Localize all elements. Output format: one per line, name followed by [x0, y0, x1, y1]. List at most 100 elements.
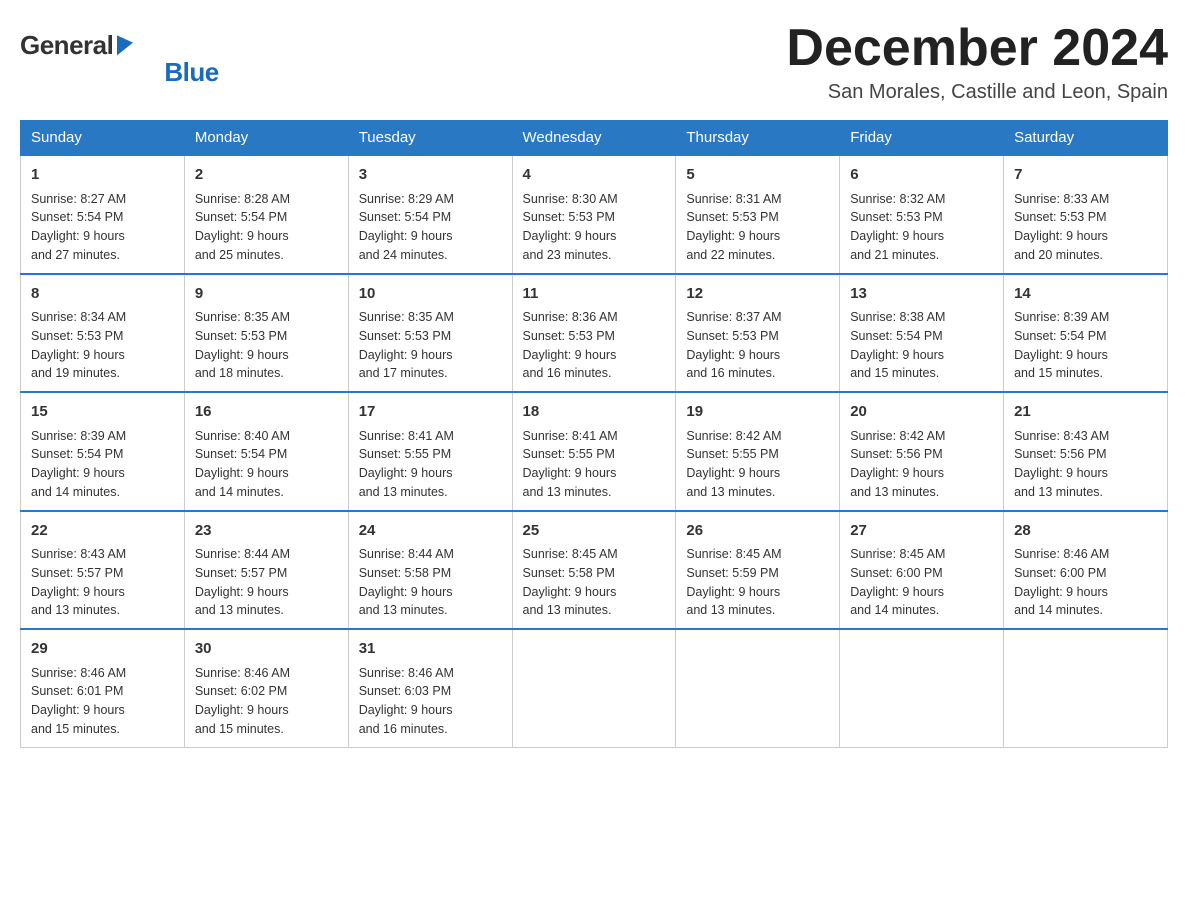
day-info: Sunrise: 8:31 AMSunset: 5:53 PMDaylight:…: [686, 190, 829, 265]
title-section: December 2024 San Morales, Castille and …: [786, 20, 1168, 104]
day-number: 17: [359, 401, 502, 424]
day-number: 26: [686, 520, 829, 543]
calendar-cell: 3 Sunrise: 8:29 AMSunset: 5:54 PMDaylight…: [348, 155, 512, 274]
day-number: 2: [195, 164, 338, 187]
day-info: Sunrise: 8:34 AMSunset: 5:53 PMDaylight:…: [31, 308, 174, 383]
week-row-2: 8Sunrise: 8:34 AMSunset: 5:53 PMDaylight…: [21, 274, 1168, 393]
calendar-cell: [1004, 629, 1168, 747]
day-info: Sunrise: 8:27 AMSunset: 5:54 PMDaylight:…: [31, 190, 174, 265]
calendar-cell: 9Sunrise: 8:35 AMSunset: 5:53 PMDaylight…: [184, 274, 348, 393]
day-number: 16: [195, 401, 338, 424]
day-info: Sunrise: 8:30 AMSunset: 5:53 PMDaylight:…: [523, 190, 666, 265]
day-info: Sunrise: 8:40 AMSunset: 5:54 PMDaylight:…: [195, 427, 338, 502]
weekday-header-saturday: Saturday: [1004, 121, 1168, 156]
day-info: Sunrise: 8:46 AMSunset: 6:00 PMDaylight:…: [1014, 545, 1157, 620]
calendar-cell: [676, 629, 840, 747]
calendar-cell: 28Sunrise: 8:46 AMSunset: 6:00 PMDayligh…: [1004, 511, 1168, 630]
week-row-5: 29Sunrise: 8:46 AMSunset: 6:01 PMDayligh…: [21, 629, 1168, 747]
day-number: 13: [850, 283, 993, 306]
calendar-cell: 10Sunrise: 8:35 AMSunset: 5:53 PMDayligh…: [348, 274, 512, 393]
weekday-header-thursday: Thursday: [676, 121, 840, 156]
day-number: 14: [1014, 283, 1157, 306]
day-number: 21: [1014, 401, 1157, 424]
calendar-cell: 15 Sunrise: 8:39 AMSunset: 5:54 PMDayligh…: [21, 392, 185, 511]
day-info: Sunrise: 8:32 AMSunset: 5:53 PMDaylight:…: [850, 190, 993, 265]
day-number: 15: [31, 401, 174, 424]
calendar-cell: 11Sunrise: 8:36 AMSunset: 5:53 PMDayligh…: [512, 274, 676, 393]
day-number: 19: [686, 401, 829, 424]
calendar-cell: 14Sunrise: 8:39 AMSunset: 5:54 PMDayligh…: [1004, 274, 1168, 393]
calendar-cell: 17 Sunrise: 8:41 AMSunset: 5:55 PMDayligh…: [348, 392, 512, 511]
day-info: Sunrise: 8:42 AMSunset: 5:55 PMDaylight:…: [686, 427, 829, 502]
day-number: 8: [31, 283, 174, 306]
day-info: Sunrise: 8:36 AMSunset: 5:53 PMDaylight:…: [523, 308, 666, 383]
day-info: Sunrise: 8:37 AMSunset: 5:53 PMDaylight:…: [686, 308, 829, 383]
calendar-cell: 4 Sunrise: 8:30 AMSunset: 5:53 PMDaylight…: [512, 155, 676, 274]
calendar-cell: [840, 629, 1004, 747]
calendar-cell: 24Sunrise: 8:44 AMSunset: 5:58 PMDayligh…: [348, 511, 512, 630]
weekday-header-tuesday: Tuesday: [348, 121, 512, 156]
calendar-cell: 29Sunrise: 8:46 AMSunset: 6:01 PMDayligh…: [21, 629, 185, 747]
day-info: Sunrise: 8:45 AMSunset: 5:59 PMDaylight:…: [686, 545, 829, 620]
day-info: Sunrise: 8:38 AMSunset: 5:54 PMDaylight:…: [850, 308, 993, 383]
weekday-header-row: SundayMondayTuesdayWednesdayThursdayFrid…: [21, 121, 1168, 156]
calendar-cell: 30Sunrise: 8:46 AMSunset: 6:02 PMDayligh…: [184, 629, 348, 747]
calendar-cell: 31Sunrise: 8:46 AMSunset: 6:03 PMDayligh…: [348, 629, 512, 747]
logo-blue-text: Blue: [164, 57, 218, 88]
day-info: Sunrise: 8:43 AMSunset: 5:57 PMDaylight:…: [31, 545, 174, 620]
day-number: 30: [195, 638, 338, 661]
day-info: Sunrise: 8:41 AMSunset: 5:55 PMDaylight:…: [359, 427, 502, 502]
calendar-cell: 27Sunrise: 8:45 AMSunset: 6:00 PMDayligh…: [840, 511, 1004, 630]
day-number: 25: [523, 520, 666, 543]
day-info: Sunrise: 8:39 AMSunset: 5:54 PMDaylight:…: [31, 427, 174, 502]
day-info: Sunrise: 8:29 AMSunset: 5:54 PMDaylight:…: [359, 190, 502, 265]
month-title: December 2024: [786, 20, 1168, 77]
calendar-cell: 1Sunrise: 8:27 AMSunset: 5:54 PMDaylight…: [21, 155, 185, 274]
calendar-table: SundayMondayTuesdayWednesdayThursdayFrid…: [20, 120, 1168, 748]
day-number: 11: [523, 283, 666, 306]
day-info: Sunrise: 8:42 AMSunset: 5:56 PMDaylight:…: [850, 427, 993, 502]
calendar-cell: [512, 629, 676, 747]
calendar-cell: 12Sunrise: 8:37 AMSunset: 5:53 PMDayligh…: [676, 274, 840, 393]
calendar-cell: 8Sunrise: 8:34 AMSunset: 5:53 PMDaylight…: [21, 274, 185, 393]
day-info: Sunrise: 8:44 AMSunset: 5:58 PMDaylight:…: [359, 545, 502, 620]
day-number: 4: [523, 164, 666, 187]
calendar-cell: 22Sunrise: 8:43 AMSunset: 5:57 PMDayligh…: [21, 511, 185, 630]
logo-triangle-icon: [117, 32, 133, 55]
calendar-cell: 20 Sunrise: 8:42 AMSunset: 5:56 PMDayligh…: [840, 392, 1004, 511]
day-number: 20: [850, 401, 993, 424]
day-number: 6: [850, 164, 993, 187]
week-row-1: 1Sunrise: 8:27 AMSunset: 5:54 PMDaylight…: [21, 155, 1168, 274]
day-number: 31: [359, 638, 502, 661]
day-number: 9: [195, 283, 338, 306]
location-title: San Morales, Castille and Leon, Spain: [786, 81, 1168, 104]
day-info: Sunrise: 8:28 AMSunset: 5:54 PMDaylight:…: [195, 190, 338, 265]
logo: General General Blue: [20, 20, 219, 88]
calendar-cell: 19 Sunrise: 8:42 AMSunset: 5:55 PMDayligh…: [676, 392, 840, 511]
day-info: Sunrise: 8:45 AMSunset: 5:58 PMDaylight:…: [523, 545, 666, 620]
day-info: Sunrise: 8:43 AMSunset: 5:56 PMDaylight:…: [1014, 427, 1157, 502]
calendar-cell: 2 Sunrise: 8:28 AMSunset: 5:54 PMDaylight…: [184, 155, 348, 274]
calendar-cell: 23Sunrise: 8:44 AMSunset: 5:57 PMDayligh…: [184, 511, 348, 630]
day-info: Sunrise: 8:41 AMSunset: 5:55 PMDaylight:…: [523, 427, 666, 502]
day-number: 28: [1014, 520, 1157, 543]
day-number: 10: [359, 283, 502, 306]
week-row-4: 22Sunrise: 8:43 AMSunset: 5:57 PMDayligh…: [21, 511, 1168, 630]
calendar-cell: 13Sunrise: 8:38 AMSunset: 5:54 PMDayligh…: [840, 274, 1004, 393]
day-info: Sunrise: 8:35 AMSunset: 5:53 PMDaylight:…: [195, 308, 338, 383]
day-info: Sunrise: 8:35 AMSunset: 5:53 PMDaylight:…: [359, 308, 502, 383]
day-number: 5: [686, 164, 829, 187]
day-number: 18: [523, 401, 666, 424]
day-number: 3: [359, 164, 502, 187]
week-row-3: 15 Sunrise: 8:39 AMSunset: 5:54 PMDayligh…: [21, 392, 1168, 511]
day-info: Sunrise: 8:39 AMSunset: 5:54 PMDaylight:…: [1014, 308, 1157, 383]
day-info: Sunrise: 8:46 AMSunset: 6:01 PMDaylight:…: [31, 664, 174, 739]
calendar-cell: 6 Sunrise: 8:32 AMSunset: 5:53 PMDaylight…: [840, 155, 1004, 274]
day-number: 12: [686, 283, 829, 306]
day-info: Sunrise: 8:44 AMSunset: 5:57 PMDaylight:…: [195, 545, 338, 620]
day-number: 22: [31, 520, 174, 543]
weekday-header-monday: Monday: [184, 121, 348, 156]
day-number: 7: [1014, 164, 1157, 187]
day-number: 23: [195, 520, 338, 543]
calendar-cell: 18 Sunrise: 8:41 AMSunset: 5:55 PMDayligh…: [512, 392, 676, 511]
